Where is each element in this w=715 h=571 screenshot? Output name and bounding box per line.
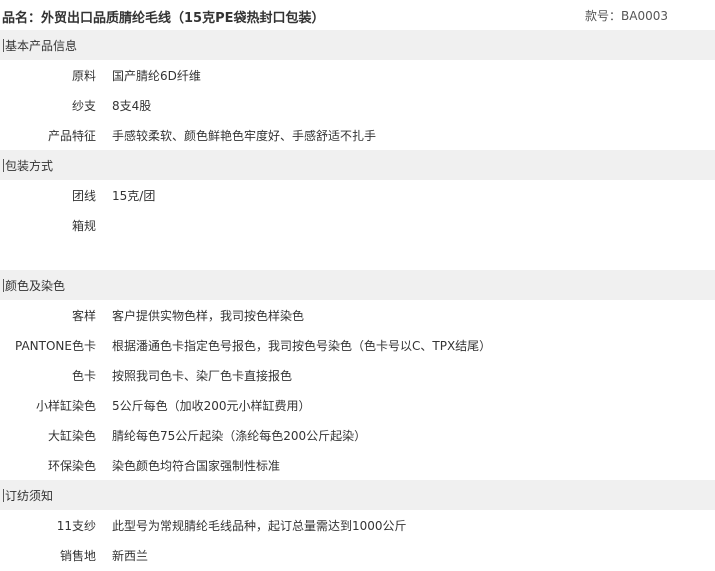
- row-value: 染色颜色均符合国家强制性标准: [112, 458, 281, 473]
- section-heading: 颜色及染色: [5, 278, 66, 293]
- product-code: 款号：BA0003: [585, 9, 668, 23]
- row-label: PANTONE色卡: [15, 338, 96, 353]
- row-label: 箱规: [71, 218, 96, 233]
- section-marker: [3, 488, 4, 502]
- info-row-ball: 团线 15克/团: [0, 180, 715, 210]
- section-header-packaging: 包装方式: [0, 150, 715, 180]
- row-label: 原料: [71, 68, 96, 83]
- row-value: 腈纶每色75公斤起染（涤纶每色200公斤起染）: [112, 428, 367, 443]
- info-row-pantone: PANTONE色卡 根据潘通色卡指定色号报色，我司按色号染色（色卡号以C、TPX…: [0, 330, 715, 360]
- section-heading: 订纺须知: [5, 488, 54, 503]
- row-value: 新西兰: [112, 548, 149, 563]
- section-marker: [3, 278, 4, 292]
- section-heading: 基本产品信息: [5, 38, 78, 53]
- row-label: 客样: [71, 308, 96, 323]
- row-value: 按照我司色卡、染厂色卡直接报色: [112, 368, 293, 383]
- info-row-material: 原料 国产腈纶6D纤维: [0, 60, 715, 90]
- row-value: 5公斤每色（加收200元小样缸费用）: [112, 398, 311, 413]
- row-label: 小样缸染色: [35, 398, 96, 413]
- info-row-customer-sample: 客样 客户提供实物色样，我司按色样染色: [0, 300, 715, 330]
- row-value: 此型号为常规腈纶毛线品种，起订总量需达到1000公斤: [112, 518, 407, 533]
- title-row: 品名：外贸出口品质腈纶毛线（15克PE袋热封口包装） 款号：BA0003: [0, 0, 715, 30]
- row-label: 环保染色: [47, 458, 96, 473]
- row-value: 国产腈纶6D纤维: [112, 68, 201, 83]
- row-value: 根据潘通色卡指定色号报色，我司按色号染色（色卡号以C、TPX结尾）: [112, 338, 492, 353]
- row-label: 色卡: [71, 368, 96, 383]
- info-row-yarn-count: 纱支 8支4股: [0, 90, 715, 120]
- section-header-order-notes: 订纺须知: [0, 480, 715, 510]
- info-row-sales-region: 销售地 新西兰: [0, 540, 715, 570]
- info-row-eco-dyeing: 环保染色 染色颜色均符合国家强制性标准: [0, 450, 715, 480]
- section-heading: 包装方式: [5, 158, 54, 173]
- row-label: 11支纱: [56, 518, 96, 533]
- section-header-basic-info: 基本产品信息: [0, 30, 715, 60]
- section-marker: [3, 158, 4, 172]
- section-header-color-dyeing: 颜色及染色: [0, 270, 715, 300]
- info-row-11-count: 11支纱 此型号为常规腈纶毛线品种，起订总量需达到1000公斤: [0, 510, 715, 540]
- row-label: 产品特征: [47, 128, 96, 143]
- info-row-features: 产品特征 手感较柔软、颜色鲜艳色牢度好、手感舒适不扎手: [0, 120, 715, 150]
- info-row-carton: 箱规: [0, 210, 715, 240]
- section-marker: [3, 38, 4, 52]
- info-row-color-card: 色卡 按照我司色卡、染厂色卡直接报色: [0, 360, 715, 390]
- row-label: 大缸染色: [47, 428, 96, 443]
- row-label: 团线: [71, 188, 96, 203]
- info-row-small-vat: 小样缸染色 5公斤每色（加收200元小样缸费用）: [0, 390, 715, 420]
- row-label: 纱支: [71, 98, 96, 113]
- product-title: 品名：外贸出口品质腈纶毛线（15克PE袋热封口包装）: [2, 11, 325, 26]
- row-value: 15克/团: [112, 188, 156, 203]
- row-label: 销售地: [59, 548, 96, 563]
- row-value: 手感较柔软、颜色鲜艳色牢度好、手感舒适不扎手: [112, 128, 377, 143]
- row-value: 8支4股: [112, 98, 152, 113]
- info-row-large-vat: 大缸染色 腈纶每色75公斤起染（涤纶每色200公斤起染）: [0, 420, 715, 450]
- row-value: 客户提供实物色样，我司按色样染色: [112, 308, 305, 323]
- blank-spacer: [0, 240, 715, 270]
